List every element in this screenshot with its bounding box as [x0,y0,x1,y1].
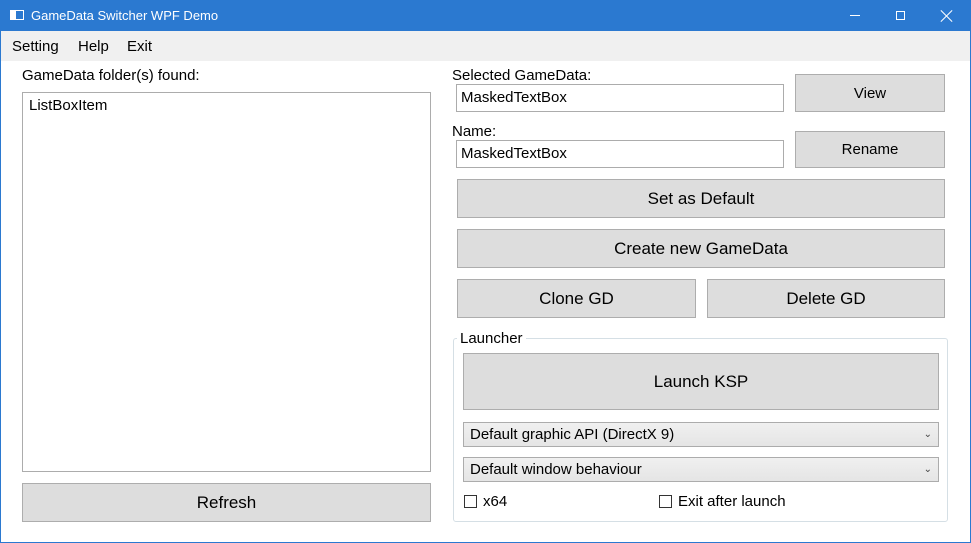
close-icon [941,9,953,23]
exit-after-launch-checkbox[interactable] [659,495,672,508]
menu-setting[interactable]: Setting [12,38,59,55]
chevron-down-icon: ⌄ [923,429,932,440]
list-item[interactable]: ListBoxItem [29,97,107,114]
menu-exit[interactable]: Exit [127,38,152,55]
clone-gd-button[interactable]: Clone GD [457,279,696,318]
x64-label[interactable]: x64 [483,493,507,510]
window-behaviour-select[interactable]: Default window behaviour ⌄ [463,457,939,482]
create-gamedata-button[interactable]: Create new GameData [457,229,945,268]
minimize-icon [850,15,860,16]
app-icon [10,10,24,20]
gamedata-listbox[interactable]: ListBoxItem [22,92,431,472]
rename-button[interactable]: Rename [795,131,945,168]
title-bar[interactable]: GameData Switcher WPF Demo [1,1,970,31]
graphic-api-value: Default graphic API (DirectX 9) [470,426,675,443]
app-window: GameData Switcher WPF Demo Setting Help … [0,0,971,543]
folders-label: GameData folder(s) found: [22,67,200,84]
menu-help[interactable]: Help [78,38,109,55]
selected-gamedata-label: Selected GameData: [452,67,592,84]
refresh-button[interactable]: Refresh [22,483,431,522]
maximize-button[interactable] [878,1,924,31]
maximize-icon [896,11,905,20]
graphic-api-select[interactable]: Default graphic API (DirectX 9) ⌄ [463,422,939,447]
chevron-down-icon: ⌄ [923,464,932,475]
exit-after-launch-label[interactable]: Exit after launch [678,493,786,510]
name-field[interactable]: MaskedTextBox [456,140,784,168]
delete-gd-button[interactable]: Delete GD [707,279,945,318]
window-behaviour-value: Default window behaviour [470,461,642,478]
launch-ksp-button[interactable]: Launch KSP [463,353,939,410]
set-default-button[interactable]: Set as Default [457,179,945,218]
name-label: Name: [452,123,497,140]
launcher-group-label: Launcher [457,330,526,347]
close-button[interactable] [924,1,970,31]
window-title: GameData Switcher WPF Demo [31,8,219,23]
view-button[interactable]: View [795,74,945,112]
minimize-button[interactable] [832,1,878,31]
selected-gamedata-field[interactable]: MaskedTextBox [456,84,784,112]
menu-bar: Setting Help Exit [1,31,970,61]
x64-checkbox[interactable] [464,495,477,508]
